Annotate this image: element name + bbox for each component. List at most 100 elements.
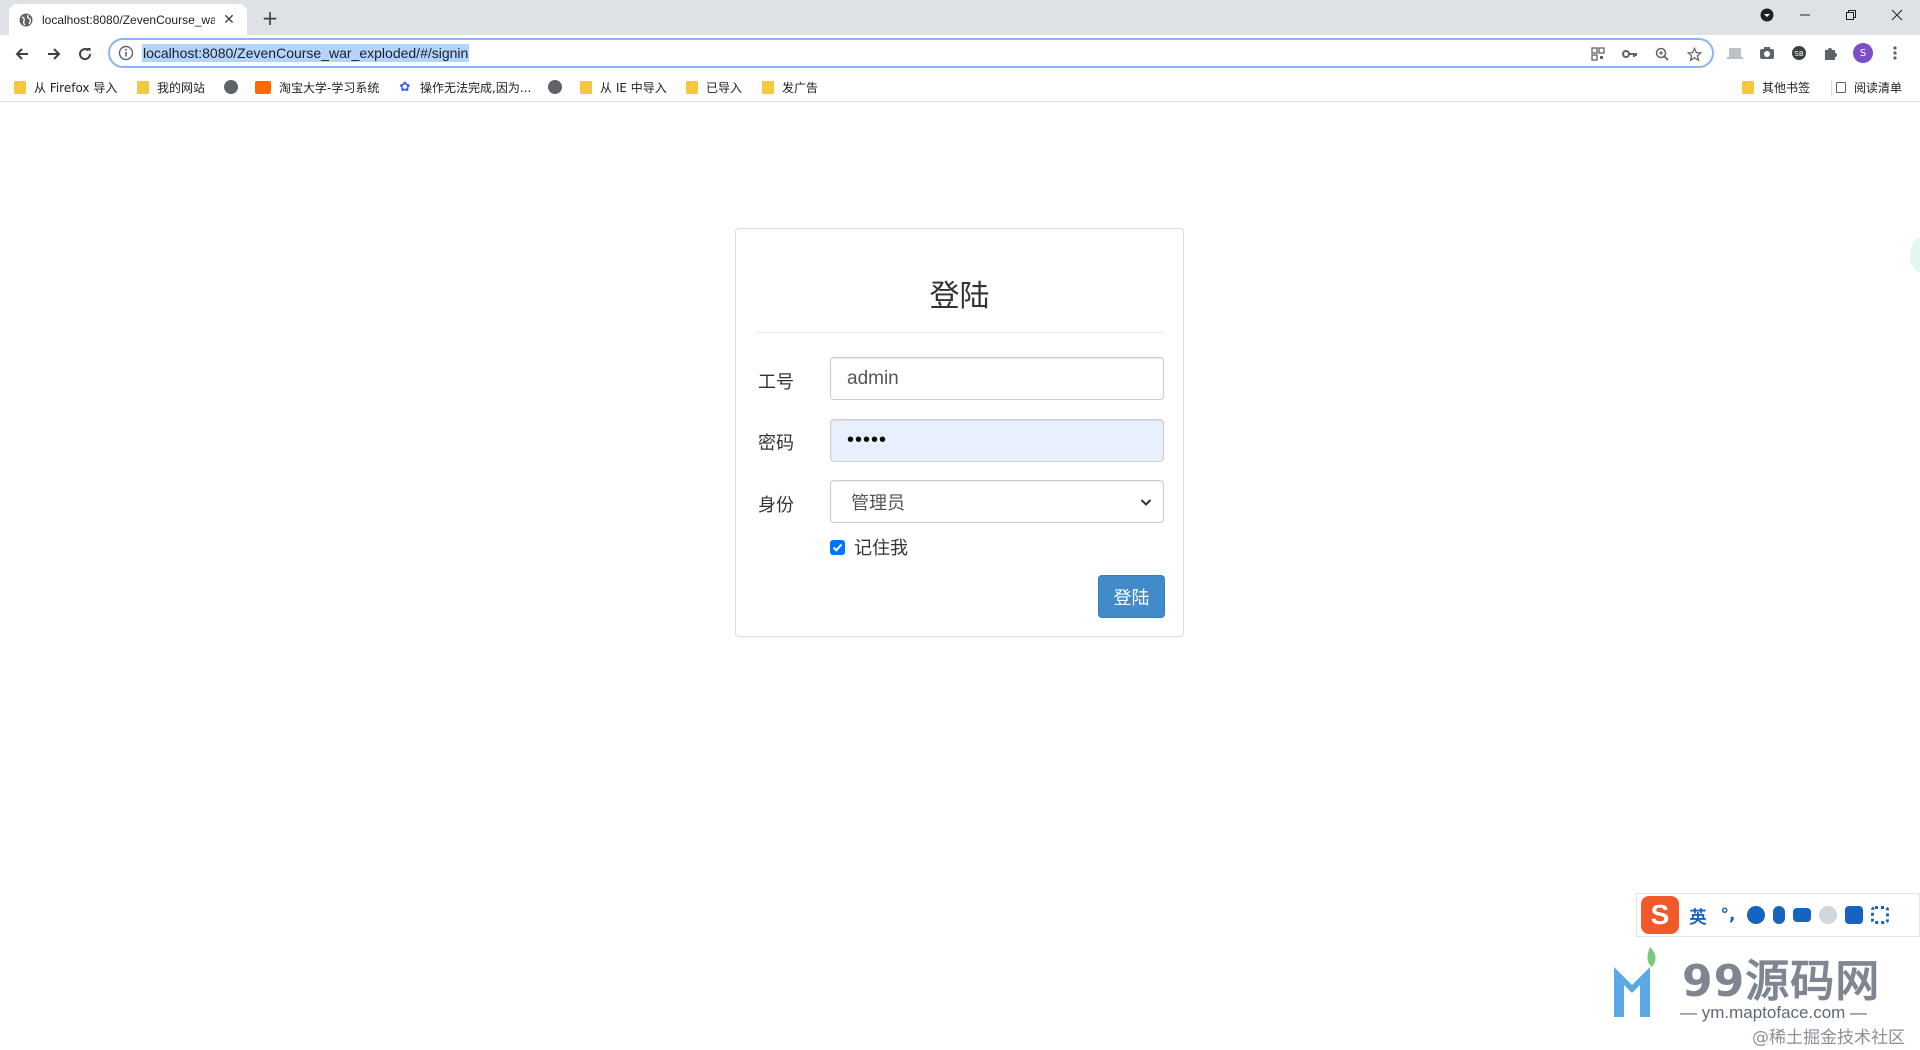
cast-icon[interactable] (1724, 42, 1746, 64)
url-text[interactable]: localhost:8080/ZevenCourse_war_exploded/… (142, 44, 470, 62)
remember-me-label: 记住我 (854, 538, 908, 559)
login-title: 登陆 (929, 279, 990, 314)
user-icon[interactable] (1819, 906, 1837, 924)
checkmark-icon (832, 543, 843, 552)
reading-list-icon (1836, 81, 1846, 93)
floating-assistant-bubble[interactable] (1910, 238, 1920, 272)
paw-icon: ✿ (399, 79, 411, 95)
key-icon[interactable] (1620, 44, 1640, 64)
svg-text:SB: SB (1794, 50, 1803, 58)
more-menu-icon[interactable] (1884, 42, 1906, 64)
omnibox-actions (1588, 44, 1704, 64)
globe-icon (548, 80, 562, 94)
globe-icon (19, 13, 33, 26)
folder-icon (580, 80, 592, 94)
browser-tab-strip: localhost:8080/ZevenCourse_war_exploded/… (0, 0, 1920, 35)
sogou-logo[interactable]: S (1641, 896, 1679, 934)
info-icon[interactable] (118, 45, 134, 61)
bookmark-label: 从 Firefox 导入 (34, 80, 118, 95)
watermark-site: — ym.maptoface.com — (1680, 1003, 1868, 1022)
bookmark-post-ads[interactable]: 发广告 (762, 77, 818, 97)
bookmark-label: 已导入 (706, 80, 743, 95)
restore-button[interactable] (1828, 0, 1874, 30)
bookmark-reading-list[interactable]: 阅读清单 (1836, 77, 1902, 97)
microphone-icon[interactable] (1773, 906, 1785, 924)
tab-title: localhost:8080/ZevenCourse_war_exploded/… (42, 12, 215, 27)
browser-tab[interactable]: localhost:8080/ZevenCourse_war_exploded/… (9, 4, 247, 35)
remember-me-checkbox[interactable] (830, 539, 845, 555)
camera-icon[interactable] (1756, 42, 1778, 64)
restore-icon (1846, 10, 1856, 20)
watermark-logo (1614, 947, 1656, 1017)
bookmarks-bar: 从 Firefox 导入 我的网站 淘宝大学-学习系统 ✿ 操作无法完成,因为.… (0, 71, 1920, 102)
taobao-icon (255, 80, 271, 94)
bookmark-label: 其他书签 (1762, 80, 1811, 95)
minimize-icon (1800, 14, 1810, 16)
back-button[interactable] (9, 41, 35, 67)
folder-icon (14, 80, 26, 94)
bookmark-firefox-import[interactable]: 从 Firefox 导入 (14, 77, 117, 97)
avatar: S (1853, 43, 1873, 63)
login-button[interactable]: 登陆 (1098, 575, 1165, 618)
shirt-icon[interactable] (1845, 906, 1863, 924)
folder-icon (762, 80, 774, 94)
bookmark-globe-1[interactable] (224, 77, 246, 97)
globe-icon (224, 80, 238, 94)
emoji-icon[interactable] (1747, 906, 1765, 924)
ime-language-toggle[interactable]: 英 (1687, 903, 1709, 928)
sb-extension-icon[interactable]: SB (1788, 42, 1810, 64)
bookmark-label: 操作无法完成,因为... (420, 80, 532, 95)
bookmark-label: 我的网站 (157, 80, 206, 95)
ime-punctuation-toggle[interactable]: °, (1717, 905, 1739, 925)
folder-icon (686, 80, 698, 94)
folder-icon (1742, 80, 1754, 94)
chevron-down-icon (1140, 498, 1152, 506)
watermark-credit: @稀土掘金技术社区 (1752, 1028, 1905, 1048)
qr-code-icon[interactable] (1588, 44, 1608, 64)
minimize-button[interactable] (1782, 0, 1828, 30)
window-controls (1752, 0, 1920, 30)
login-card: 登陆 工号 admin 密码 ••••• 身份 管理员 记住我 登陆 (735, 228, 1184, 637)
bookmark-label: 阅读清单 (1854, 80, 1903, 95)
puzzle-icon[interactable] (1820, 42, 1842, 64)
bookmark-other[interactable]: 其他书签 (1742, 77, 1810, 97)
bookmark-my-sites[interactable]: 我的网站 (137, 77, 205, 97)
remember-me: 记住我 (830, 534, 908, 560)
bookmark-label: 从 IE 中导入 (600, 80, 667, 95)
bookmark-globe-2[interactable] (548, 77, 570, 97)
employee-id-value: admin (847, 367, 899, 389)
password-mask: ••••• (847, 429, 888, 451)
bookmark-taobao-university[interactable]: 淘宝大学-学习系统 (255, 77, 379, 97)
employee-id-input[interactable]: admin (830, 357, 1164, 400)
extension-bar: SB S (1724, 42, 1906, 64)
grid-icon[interactable] (1871, 906, 1889, 924)
window-close-button[interactable] (1874, 0, 1920, 30)
keyboard-icon[interactable] (1793, 908, 1811, 922)
role-selected-value: 管理员 (851, 492, 905, 514)
role-label: 身份 (758, 495, 794, 516)
arrow-left-icon (15, 48, 28, 60)
ime-toolbar: S 英 °, (1636, 893, 1920, 937)
close-icon[interactable]: ✕ (221, 12, 237, 28)
address-bar[interactable]: localhost:8080/ZevenCourse_war_exploded/… (108, 38, 1714, 68)
star-icon[interactable] (1684, 44, 1704, 64)
role-select[interactable]: 管理员 (830, 480, 1164, 523)
bookmark-ie-import[interactable]: 从 IE 中导入 (580, 77, 667, 97)
bookmark-label: 淘宝大学-学习系统 (279, 80, 380, 95)
reload-button[interactable] (72, 41, 98, 67)
bookmark-imported[interactable]: 已导入 (686, 77, 742, 97)
bookmark-divider (1831, 80, 1832, 96)
profile-avatar[interactable]: S (1852, 42, 1874, 64)
bookmark-label: 发广告 (782, 80, 819, 95)
bookmark-operation-failed[interactable]: ✿ 操作无法完成,因为... (398, 77, 532, 97)
forward-button[interactable] (41, 41, 67, 67)
title-divider (756, 332, 1164, 333)
employee-id-label: 工号 (758, 372, 794, 393)
password-input[interactable]: ••••• (830, 419, 1164, 462)
watermark-title: 99源码网 (1682, 956, 1881, 1007)
browser-toolbar: localhost:8080/ZevenCourse_war_exploded/… (0, 35, 1920, 71)
folder-icon (137, 80, 149, 94)
tab-search-button[interactable] (1752, 0, 1782, 30)
zoom-icon[interactable] (1652, 44, 1672, 64)
new-tab-button[interactable]: + (258, 7, 282, 31)
